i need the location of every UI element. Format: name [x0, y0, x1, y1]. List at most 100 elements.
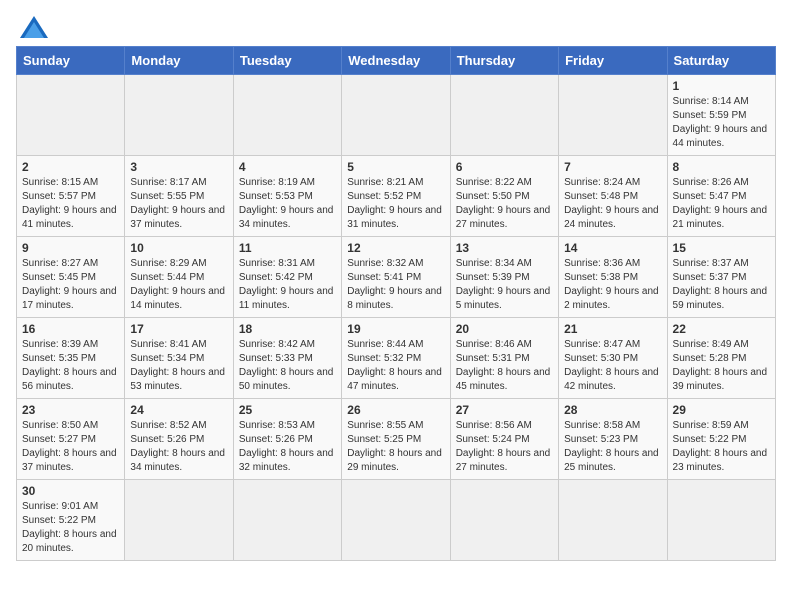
day-number: 23 [22, 403, 119, 417]
day-info: Sunrise: 8:49 AM Sunset: 5:28 PM Dayligh… [673, 338, 770, 394]
day-cell [450, 75, 558, 156]
day-info: Sunrise: 8:17 AM Sunset: 5:55 PM Dayligh… [130, 176, 227, 232]
week-row-6: 30 Sunrise: 9:01 AM Sunset: 5:22 PM Dayli… [17, 480, 776, 561]
day-cell [559, 480, 667, 561]
day-cell: 27 Sunrise: 8:56 AM Sunset: 5:24 PM Dayli… [450, 399, 558, 480]
day-cell: 25Sunrise: 8:53 AM Sunset: 5:26 PM Dayli… [233, 399, 341, 480]
day-number: 12 [347, 241, 444, 255]
calendar: SundayMondayTuesdayWednesdayThursdayFrid… [16, 46, 776, 561]
day-cell: 12 Sunrise: 8:32 AM Sunset: 5:41 PM Dayli… [342, 237, 450, 318]
day-number: 7 [564, 160, 661, 174]
day-number: 28 [564, 403, 661, 417]
day-cell: 28 Sunrise: 8:58 AM Sunset: 5:23 PM Dayli… [559, 399, 667, 480]
day-cell: 22 Sunrise: 8:49 AM Sunset: 5:28 PM Dayli… [667, 318, 775, 399]
weekday-header-saturday: Saturday [667, 47, 775, 75]
day-cell: 6Sunrise: 8:22 AM Sunset: 5:50 PM Daylig… [450, 156, 558, 237]
day-number: 16 [22, 322, 119, 336]
day-cell: 5 Sunrise: 8:21 AM Sunset: 5:52 PM Daylig… [342, 156, 450, 237]
week-row-5: 23 Sunrise: 8:50 AM Sunset: 5:27 PM Dayli… [17, 399, 776, 480]
day-cell: 10 Sunrise: 8:29 AM Sunset: 5:44 PM Dayli… [125, 237, 233, 318]
day-cell [233, 75, 341, 156]
day-cell: 24Sunrise: 8:52 AM Sunset: 5:26 PM Dayli… [125, 399, 233, 480]
day-info: Sunrise: 8:56 AM Sunset: 5:24 PM Dayligh… [456, 419, 553, 475]
day-cell [342, 75, 450, 156]
day-number: 14 [564, 241, 661, 255]
day-info: Sunrise: 8:44 AM Sunset: 5:32 PM Dayligh… [347, 338, 444, 394]
day-cell [559, 75, 667, 156]
day-cell: 26 Sunrise: 8:55 AM Sunset: 5:25 PM Dayli… [342, 399, 450, 480]
day-number: 21 [564, 322, 661, 336]
day-info: Sunrise: 8:55 AM Sunset: 5:25 PM Dayligh… [347, 419, 444, 475]
day-cell: 30 Sunrise: 9:01 AM Sunset: 5:22 PM Dayli… [17, 480, 125, 561]
day-number: 15 [673, 241, 770, 255]
day-cell: 16 Sunrise: 8:39 AM Sunset: 5:35 PM Dayli… [17, 318, 125, 399]
day-info: Sunrise: 8:24 AM Sunset: 5:48 PM Dayligh… [564, 176, 661, 232]
day-info: Sunrise: 8:19 AM Sunset: 5:53 PM Dayligh… [239, 176, 336, 232]
day-info: Sunrise: 8:41 AM Sunset: 5:34 PM Dayligh… [130, 338, 227, 394]
day-cell: 7 Sunrise: 8:24 AM Sunset: 5:48 PM Daylig… [559, 156, 667, 237]
logo-icon [20, 16, 48, 38]
weekday-header-monday: Monday [125, 47, 233, 75]
day-number: 4 [239, 160, 336, 174]
day-cell: 9Sunrise: 8:27 AM Sunset: 5:45 PM Daylig… [17, 237, 125, 318]
day-info: Sunrise: 8:32 AM Sunset: 5:41 PM Dayligh… [347, 257, 444, 313]
day-number: 5 [347, 160, 444, 174]
day-number: 22 [673, 322, 770, 336]
day-info: Sunrise: 8:58 AM Sunset: 5:23 PM Dayligh… [564, 419, 661, 475]
day-info: Sunrise: 8:21 AM Sunset: 5:52 PM Dayligh… [347, 176, 444, 232]
day-cell [125, 75, 233, 156]
header [16, 16, 776, 38]
day-cell [450, 480, 558, 561]
day-number: 8 [673, 160, 770, 174]
day-number: 24 [130, 403, 227, 417]
day-cell [233, 480, 341, 561]
day-number: 11 [239, 241, 336, 255]
day-cell: 29 Sunrise: 8:59 AM Sunset: 5:22 PM Dayli… [667, 399, 775, 480]
day-cell: 14 Sunrise: 8:36 AM Sunset: 5:38 PM Dayli… [559, 237, 667, 318]
day-cell: 19 Sunrise: 8:44 AM Sunset: 5:32 PM Dayli… [342, 318, 450, 399]
day-info: Sunrise: 8:29 AM Sunset: 5:44 PM Dayligh… [130, 257, 227, 313]
day-info: Sunrise: 8:34 AM Sunset: 5:39 PM Dayligh… [456, 257, 553, 313]
weekday-header-thursday: Thursday [450, 47, 558, 75]
day-number: 27 [456, 403, 553, 417]
day-number: 18 [239, 322, 336, 336]
day-info: Sunrise: 8:22 AM Sunset: 5:50 PM Dayligh… [456, 176, 553, 232]
day-number: 3 [130, 160, 227, 174]
day-info: Sunrise: 8:53 AM Sunset: 5:26 PM Dayligh… [239, 419, 336, 475]
day-number: 19 [347, 322, 444, 336]
day-info: Sunrise: 8:36 AM Sunset: 5:38 PM Dayligh… [564, 257, 661, 313]
day-cell: 17 Sunrise: 8:41 AM Sunset: 5:34 PM Dayli… [125, 318, 233, 399]
day-cell [342, 480, 450, 561]
day-number: 30 [22, 484, 119, 498]
day-cell: 23 Sunrise: 8:50 AM Sunset: 5:27 PM Dayli… [17, 399, 125, 480]
day-number: 26 [347, 403, 444, 417]
day-info: Sunrise: 8:39 AM Sunset: 5:35 PM Dayligh… [22, 338, 119, 394]
day-number: 2 [22, 160, 119, 174]
day-cell: 2 Sunrise: 8:15 AM Sunset: 5:57 PM Daylig… [17, 156, 125, 237]
day-number: 9 [22, 241, 119, 255]
week-row-3: 9Sunrise: 8:27 AM Sunset: 5:45 PM Daylig… [17, 237, 776, 318]
day-cell: 21 Sunrise: 8:47 AM Sunset: 5:30 PM Dayli… [559, 318, 667, 399]
day-cell [667, 480, 775, 561]
day-number: 13 [456, 241, 553, 255]
day-info: Sunrise: 8:37 AM Sunset: 5:37 PM Dayligh… [673, 257, 770, 313]
day-info: Sunrise: 8:59 AM Sunset: 5:22 PM Dayligh… [673, 419, 770, 475]
day-info: Sunrise: 8:42 AM Sunset: 5:33 PM Dayligh… [239, 338, 336, 394]
weekday-header-sunday: Sunday [17, 47, 125, 75]
day-cell: 1Sunrise: 8:14 AM Sunset: 5:59 PM Daylig… [667, 75, 775, 156]
day-cell [125, 480, 233, 561]
day-cell: 15 Sunrise: 8:37 AM Sunset: 5:37 PM Dayli… [667, 237, 775, 318]
day-number: 29 [673, 403, 770, 417]
day-info: Sunrise: 8:15 AM Sunset: 5:57 PM Dayligh… [22, 176, 119, 232]
day-number: 10 [130, 241, 227, 255]
day-info: Sunrise: 8:47 AM Sunset: 5:30 PM Dayligh… [564, 338, 661, 394]
day-info: Sunrise: 8:46 AM Sunset: 5:31 PM Dayligh… [456, 338, 553, 394]
day-cell: 4 Sunrise: 8:19 AM Sunset: 5:53 PM Daylig… [233, 156, 341, 237]
day-info: Sunrise: 8:50 AM Sunset: 5:27 PM Dayligh… [22, 419, 119, 475]
week-row-4: 16 Sunrise: 8:39 AM Sunset: 5:35 PM Dayli… [17, 318, 776, 399]
day-info: Sunrise: 9:01 AM Sunset: 5:22 PM Dayligh… [22, 500, 119, 556]
day-number: 17 [130, 322, 227, 336]
day-cell: 18 Sunrise: 8:42 AM Sunset: 5:33 PM Dayli… [233, 318, 341, 399]
day-info: Sunrise: 8:31 AM Sunset: 5:42 PM Dayligh… [239, 257, 336, 313]
week-row-1: 1Sunrise: 8:14 AM Sunset: 5:59 PM Daylig… [17, 75, 776, 156]
